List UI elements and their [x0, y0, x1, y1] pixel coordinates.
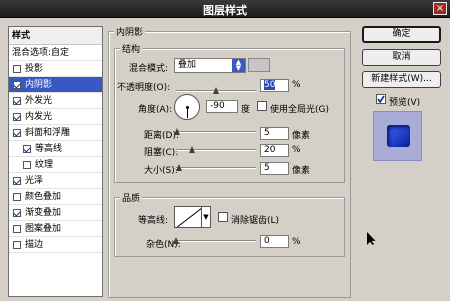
dropdown-arrows-icon: ▲ ▼	[232, 59, 245, 72]
distance-input[interactable]: 5	[260, 127, 289, 140]
angle-dial[interactable]	[174, 94, 200, 120]
contour-dropdown-icon[interactable]: ▼	[202, 206, 211, 228]
distance-slider[interactable]	[174, 128, 256, 135]
sidebar-item-label: 纹理	[35, 160, 54, 170]
cancel-button[interactable]: 取消	[362, 49, 441, 66]
sidebar-item-label: 光泽	[25, 176, 44, 186]
blend-mode-value: 叠加	[178, 60, 197, 70]
sidebar-item-satin[interactable]: 光泽	[9, 173, 102, 189]
checkbox-icon[interactable]	[13, 65, 21, 73]
distance-label: 距离(D):	[144, 131, 179, 141]
contour-picker[interactable]	[174, 206, 202, 228]
sidebar-item-label: 等高线	[35, 144, 63, 154]
sidebar-item-inner-glow[interactable]: 内发光	[9, 109, 102, 125]
opacity-slider[interactable]	[176, 87, 256, 94]
angle-dial-center	[186, 106, 189, 109]
opacity-label: 不透明度(O):	[117, 83, 171, 93]
size-label: 大小(S):	[144, 166, 178, 176]
ok-button[interactable]: 确定	[362, 26, 441, 43]
checkbox-icon[interactable]	[13, 193, 21, 201]
checkbox-checked-icon[interactable]	[13, 129, 21, 137]
contour-curve-icon	[176, 208, 201, 227]
style-preview	[373, 111, 422, 161]
size-input[interactable]: 5	[260, 162, 289, 175]
checkbox-icon[interactable]	[13, 225, 21, 233]
preview-label: 预览(V)	[389, 98, 421, 108]
antialias-label: 消除锯齿(L)	[231, 216, 280, 226]
sidebar-item-blending-options[interactable]: 混合选项:自定	[9, 45, 102, 61]
styles-list-header: 样式	[9, 27, 102, 45]
sidebar-item-stroke[interactable]: 描边	[9, 237, 102, 253]
styles-list: 样式 混合选项:自定 投影 内阴影 外发光 内发光 斜面和浮雕 等高线 纹理 光…	[8, 26, 103, 297]
global-light-label: 使用全局光(G)	[270, 105, 329, 115]
checkmark-icon	[377, 95, 385, 103]
checkbox-checked-icon[interactable]	[23, 145, 31, 153]
checkbox-checked-icon[interactable]	[13, 177, 21, 185]
checkbox-checked-icon[interactable]	[13, 81, 21, 89]
sidebar-item-inner-shadow[interactable]: 内阴影	[9, 77, 102, 93]
checkbox-icon[interactable]	[13, 241, 21, 249]
size-slider[interactable]	[176, 164, 256, 171]
sidebar-item-texture[interactable]: 纹理	[9, 157, 102, 173]
window-title: 图层样式	[203, 4, 247, 17]
antialias-checkbox[interactable]	[218, 212, 228, 222]
sidebar-item-label: 外发光	[25, 96, 53, 106]
size-unit: 像素	[292, 166, 311, 176]
global-light-checkbox[interactable]	[257, 101, 267, 111]
sidebar-item-color-overlay[interactable]: 颜色叠加	[9, 189, 102, 205]
noise-input[interactable]: 0	[260, 235, 289, 248]
choke-slider[interactable]	[176, 146, 256, 153]
blend-mode-label: 混合模式:	[129, 64, 169, 74]
choke-input[interactable]: 20	[260, 144, 289, 157]
opacity-value: 50	[264, 80, 276, 90]
sidebar-item-label: 内阴影	[25, 80, 53, 90]
opacity-unit: %	[292, 80, 301, 90]
noise-slider[interactable]	[173, 237, 256, 244]
sidebar-item-gradient-overlay[interactable]: 渐变叠加	[9, 205, 102, 221]
sidebar-item-outer-glow[interactable]: 外发光	[9, 93, 102, 109]
noise-unit: %	[292, 237, 301, 247]
sidebar-item-label: 斜面和浮雕	[25, 128, 71, 138]
angle-input[interactable]: -90	[206, 100, 238, 113]
sidebar-item-pattern-overlay[interactable]: 图案叠加	[9, 221, 102, 237]
distance-unit: 像素	[292, 131, 311, 141]
sidebar-item-label: 投影	[25, 64, 44, 74]
preview-checkbox[interactable]	[376, 94, 386, 104]
sidebar-item-bevel-emboss[interactable]: 斜面和浮雕	[9, 125, 102, 141]
checkbox-checked-icon[interactable]	[13, 209, 21, 217]
new-style-button[interactable]: 新建样式(W)...	[362, 71, 441, 88]
sidebar-item-label: 描边	[25, 240, 44, 250]
choke-unit: %	[292, 145, 301, 155]
mouse-pointer-icon	[367, 232, 376, 245]
angle-unit: 度	[241, 105, 251, 115]
checkbox-checked-icon[interactable]	[13, 113, 21, 121]
quality-title: 品质	[120, 191, 143, 204]
sidebar-item-contour[interactable]: 等高线	[9, 141, 102, 157]
section-title: 内阴影	[114, 25, 146, 38]
sidebar-item-label: 颜色叠加	[25, 192, 62, 202]
sidebar-item-label: 图案叠加	[25, 224, 62, 234]
structure-title: 结构	[120, 42, 143, 55]
checkbox-icon[interactable]	[23, 161, 31, 169]
sidebar-item-label: 渐变叠加	[25, 208, 62, 218]
opacity-input[interactable]: 50	[260, 79, 289, 92]
preview-thumbnail	[387, 125, 410, 147]
sidebar-item-label: 内发光	[25, 112, 53, 122]
title-bar: 图层样式 ×	[0, 0, 450, 18]
choke-label: 阻塞(C):	[144, 148, 179, 158]
sidebar-item-drop-shadow[interactable]: 投影	[9, 61, 102, 77]
angle-label: 角度(A):	[138, 105, 173, 115]
close-icon[interactable]: ×	[433, 2, 447, 15]
shadow-color-swatch[interactable]	[248, 58, 270, 72]
blend-mode-select[interactable]: 叠加 ▲ ▼	[174, 58, 246, 73]
contour-label: 等高线:	[138, 216, 169, 226]
checkbox-checked-icon[interactable]	[13, 97, 21, 105]
